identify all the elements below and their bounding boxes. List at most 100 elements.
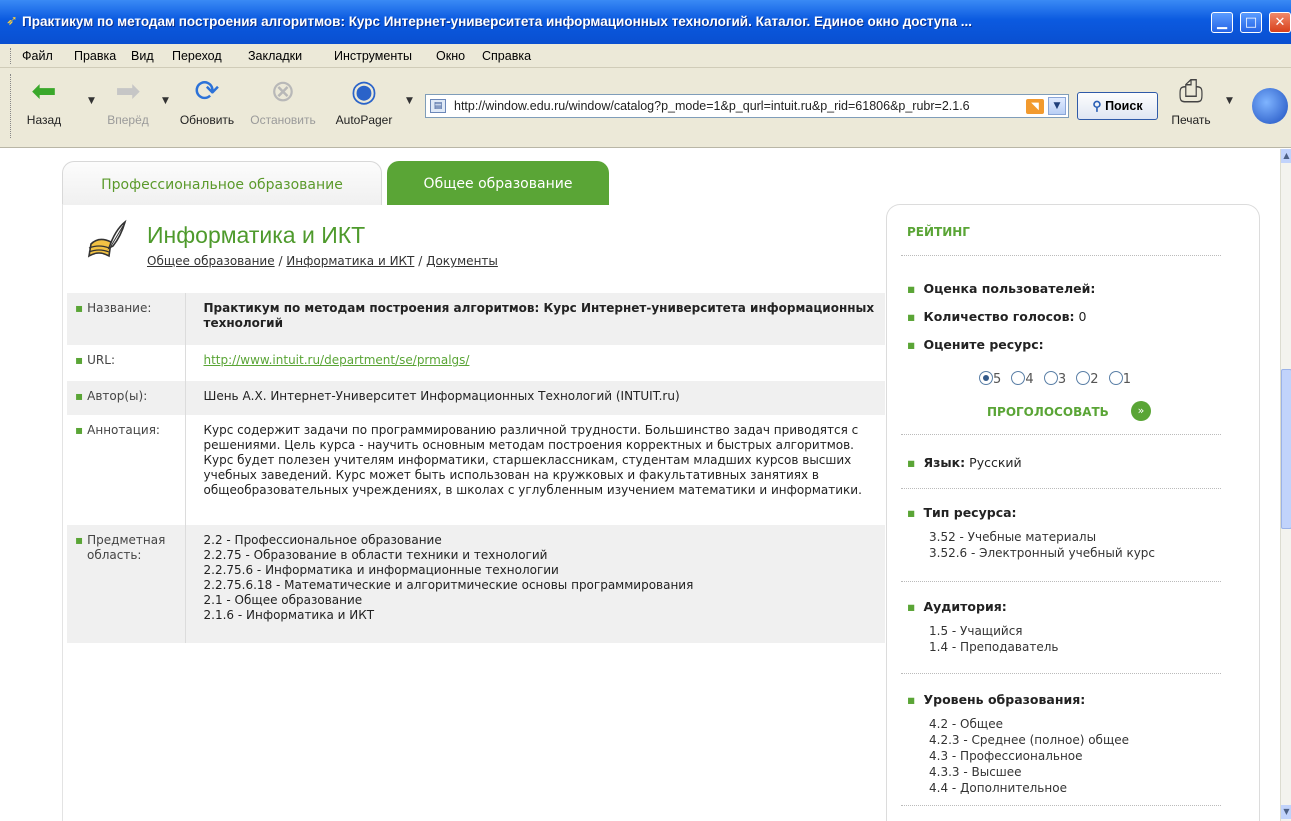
- scrollbar-thumb[interactable]: [1281, 369, 1291, 529]
- url-label-cell: ▪ URL:: [67, 345, 186, 381]
- resource-type-values: 3.52 - Учебные материалы 3.52.6 - Электр…: [929, 529, 1155, 561]
- back-dropdown-icon[interactable]: ▼: [88, 96, 95, 106]
- language-label: Язык:: [923, 455, 966, 470]
- url-field[interactable]: http://window.edu.ru/window/catalog?p_mo…: [454, 99, 1020, 113]
- bullet-icon: ▪: [907, 505, 916, 520]
- type-item: 3.52 - Учебные материалы: [929, 530, 1097, 544]
- radio-icon: [1108, 371, 1123, 385]
- rating-radio-1[interactable]: 1: [1108, 371, 1131, 387]
- window-title: Практикум по методам построения алгоритм…: [22, 14, 972, 29]
- name-value: Практикум по методам построения алгоритм…: [185, 293, 885, 345]
- back-arrow-icon: ⬅: [31, 75, 57, 108]
- table-row: ▪ URL: http://www.intuit.ru/department/se…: [67, 345, 885, 381]
- tab-professional-education[interactable]: Профессиональное образование: [62, 161, 382, 205]
- books-quill-icon: [87, 219, 127, 258]
- url-dropdown-icon[interactable]: ▼: [1048, 97, 1066, 115]
- divider: [901, 673, 1221, 674]
- window-titlebar: ➶ Практикум по методам построения алгори…: [0, 0, 1291, 44]
- author-label-cell: ▪ Автор(ы):: [67, 381, 186, 415]
- table-row: ▪ Аннотация: Курс содержит задачи по прог…: [67, 415, 885, 525]
- radio-checked-icon: [979, 371, 993, 385]
- menu-help[interactable]: Справка: [482, 49, 531, 63]
- language-row: ▪ Язык: Русский: [907, 455, 1022, 470]
- education-level-label: Уровень образования:: [923, 692, 1086, 707]
- subject-label-line1: Предметная: [87, 533, 166, 547]
- scroll-down-icon[interactable]: ▼: [1281, 805, 1291, 819]
- subject-item: 2.2.75 - Образование в области техники и…: [203, 548, 548, 562]
- resource-type-row: ▪ Тип ресурса:: [907, 505, 1017, 520]
- rating-radio-3[interactable]: 3: [1043, 371, 1067, 387]
- bullet-icon: ▪: [907, 309, 916, 324]
- menu-view[interactable]: Вид: [131, 49, 154, 63]
- search-button[interactable]: ⚲ Поиск: [1077, 92, 1158, 120]
- table-row: ▪ Автор(ы): Шень А.Х. Интернет-Университе…: [67, 381, 885, 415]
- breadcrumb-separator: /: [414, 254, 427, 268]
- audience-row: ▪ Аудитория:: [907, 599, 1007, 614]
- bullet-icon: ▪: [75, 533, 84, 547]
- menu-window[interactable]: Окно: [436, 49, 465, 63]
- reload-button[interactable]: ⟳ Обновить: [174, 76, 240, 128]
- back-label: Назад: [26, 113, 62, 127]
- forward-dropdown-icon[interactable]: ▼: [162, 96, 169, 106]
- print-button[interactable]: ⎙ Печать: [1166, 76, 1216, 128]
- print-label: Печать: [1171, 113, 1211, 127]
- rating-radio-2[interactable]: 2: [1076, 371, 1099, 387]
- rating-radio-5[interactable]: 5: [979, 371, 1001, 387]
- radio-label: 5: [993, 372, 1002, 387]
- level-item: 4.3.3 - Высшее: [929, 765, 1022, 779]
- radio-icon: [1043, 371, 1058, 385]
- menu-grip: [10, 48, 13, 64]
- close-button[interactable]: ✕: [1269, 12, 1291, 33]
- type-item: 3.52.6 - Электронный учебный курс: [929, 546, 1156, 560]
- vote-button[interactable]: ПРОГОЛОСОВАТЬ: [987, 405, 1109, 419]
- vertical-scrollbar[interactable]: ▲ ▼: [1280, 149, 1291, 821]
- menu-file[interactable]: Файл: [22, 49, 53, 63]
- magnifier-icon: ⚲: [1092, 99, 1102, 113]
- address-bar[interactable]: ▤ http://window.edu.ru/window/catalog?p_…: [425, 94, 1069, 118]
- throbber-icon: [1252, 88, 1288, 124]
- annotation-value: Курс содержит задачи по программированию…: [203, 423, 862, 497]
- menu-bookmarks[interactable]: Закладки: [248, 49, 302, 63]
- divider: [901, 255, 1221, 256]
- language-value: Русский: [969, 455, 1022, 470]
- radio-label: 1: [1122, 372, 1131, 387]
- breadcrumb-informatics[interactable]: Информатика и ИКТ: [286, 254, 414, 268]
- bullet-icon: ▪: [75, 301, 84, 315]
- bullet-icon: ▪: [75, 353, 84, 367]
- menu-go[interactable]: Переход: [172, 49, 222, 63]
- vote-arrow-icon[interactable]: »: [1131, 401, 1151, 421]
- breadcrumb-general[interactable]: Общее образование: [147, 254, 275, 268]
- stop-button[interactable]: ⊗ Остановить: [242, 76, 324, 128]
- user-rating-row: ▪ Оценка пользователей:: [907, 281, 1095, 296]
- menu-edit[interactable]: Правка: [74, 49, 116, 63]
- rating-radio-4[interactable]: 4: [1011, 371, 1034, 387]
- breadcrumb-documents[interactable]: Документы: [426, 254, 498, 268]
- table-row: ▪ Предметная область: 2.2 - Профессиональ…: [67, 525, 885, 643]
- bullet-icon: ▪: [907, 692, 916, 707]
- print-dropdown-icon[interactable]: ▼: [1226, 96, 1233, 106]
- author-label: Автор(ы):: [87, 389, 148, 403]
- maximize-button[interactable]: □: [1240, 12, 1262, 33]
- subject-item: 2.1.6 - Информатика и ИКТ: [203, 608, 375, 622]
- menu-tools[interactable]: Инструменты: [334, 49, 412, 63]
- radio-label: 4: [1025, 372, 1034, 387]
- autopager-button[interactable]: ◉ AutoPager: [330, 76, 398, 128]
- divider: [901, 434, 1221, 435]
- bullet-icon: ▪: [75, 423, 84, 437]
- main-content: Информатика и ИКТ Общее образование / Ин…: [62, 204, 885, 821]
- radio-label: 3: [1057, 372, 1067, 387]
- rss-feed-icon[interactable]: ◥: [1026, 99, 1044, 114]
- back-button[interactable]: ⬅ Назад: [20, 75, 68, 128]
- minimize-button[interactable]: ▁: [1211, 12, 1233, 33]
- votes-value: 0: [1078, 309, 1087, 324]
- tab-general-education[interactable]: Общее образование: [387, 161, 609, 205]
- bullet-icon: ▪: [75, 389, 84, 403]
- level-item: 4.2.3 - Среднее (полное) общее: [929, 733, 1130, 747]
- forward-button[interactable]: ➡ Вперёд: [98, 76, 158, 128]
- subject-label-line2: область:: [87, 548, 142, 562]
- scroll-up-icon[interactable]: ▲: [1281, 149, 1291, 163]
- divider: [901, 581, 1221, 582]
- autopager-dropdown-icon[interactable]: ▼: [406, 96, 413, 106]
- resource-url-link[interactable]: http://www.intuit.ru/department/se/prmal…: [204, 353, 470, 367]
- autopager-label: AutoPager: [335, 113, 393, 127]
